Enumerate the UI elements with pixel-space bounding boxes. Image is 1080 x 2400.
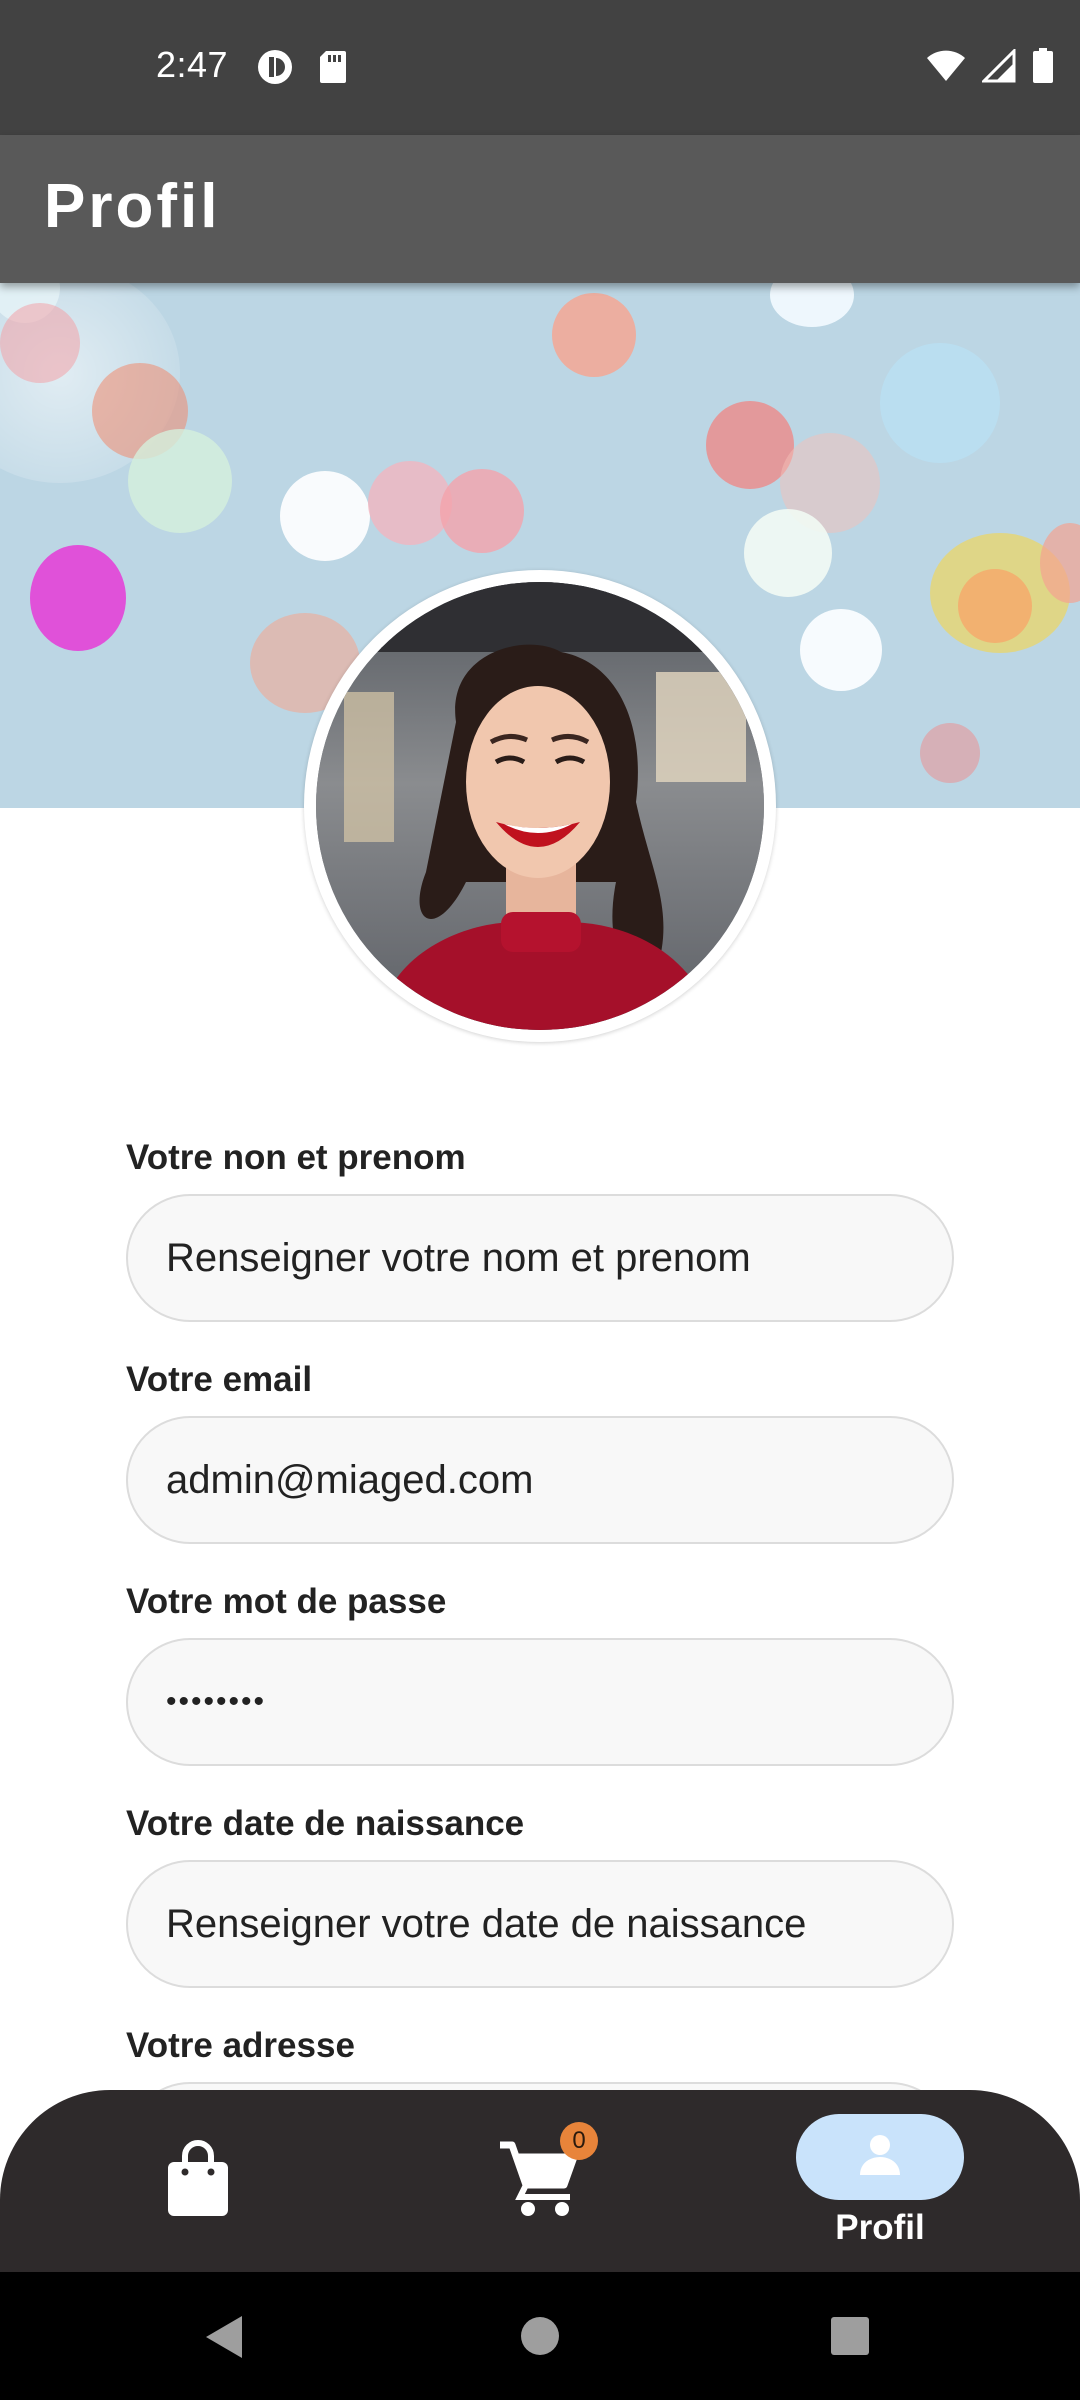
email-label: Votre email bbox=[126, 1360, 313, 1399]
name-input-placeholder: Renseigner votre nom et prenom bbox=[166, 1235, 751, 1280]
wifi-icon bbox=[926, 49, 966, 88]
back-icon[interactable] bbox=[204, 2314, 244, 2365]
email-input-value: admin@miaged.com bbox=[166, 1457, 534, 1502]
status-time: 2:47 bbox=[156, 44, 229, 85]
recents-icon[interactable] bbox=[830, 2316, 870, 2361]
home-icon[interactable] bbox=[520, 2316, 560, 2361]
nav-selected-pill bbox=[796, 2114, 964, 2200]
battery-icon bbox=[1032, 48, 1054, 89]
person-icon bbox=[856, 2131, 904, 2184]
nav-item-label: Profil bbox=[835, 2208, 925, 2247]
birthdate-input-placeholder: Renseigner votre date de naissance bbox=[166, 1901, 807, 1946]
avatar[interactable] bbox=[316, 582, 764, 1030]
name-label: Votre non et prenom bbox=[126, 1138, 466, 1177]
password-label: Votre mot de passe bbox=[126, 1582, 447, 1621]
signal-icon bbox=[980, 47, 1016, 88]
address-label: Votre adresse bbox=[126, 2026, 355, 2065]
page-title: Profil bbox=[44, 172, 221, 241]
nav-item-shop[interactable] bbox=[124, 2090, 272, 2272]
nav-item-cart[interactable] bbox=[464, 2090, 612, 2272]
name-input[interactable]: Renseigner votre nom et prenom bbox=[126, 1194, 954, 1322]
profile-form: Votre non et prenom Renseigner votre nom… bbox=[126, 1130, 954, 2240]
cart-count-badge: 0 bbox=[560, 2122, 598, 2160]
password-input-value: •••••••• bbox=[166, 1685, 267, 1718]
system-navigation-bar bbox=[0, 2272, 1080, 2400]
password-input[interactable]: •••••••• bbox=[126, 1638, 954, 1766]
birthdate-input[interactable]: Renseigner votre date de naissance bbox=[126, 1860, 954, 1988]
bottom-navigation: 0 Profil bbox=[0, 2090, 1080, 2272]
shopping-bag-icon bbox=[165, 2139, 231, 2223]
app-bar: Profil bbox=[0, 135, 1080, 283]
status-bar: 2:47 bbox=[0, 0, 1080, 135]
nav-item-profil[interactable]: Profil bbox=[780, 2090, 980, 2272]
sd-card-icon bbox=[318, 49, 348, 90]
app-notification-icon bbox=[256, 48, 294, 91]
email-input[interactable]: admin@miaged.com bbox=[126, 1416, 954, 1544]
avatar-frame[interactable] bbox=[304, 570, 776, 1042]
birthdate-label: Votre date de naissance bbox=[126, 1804, 525, 1843]
profile-screen: 2:47 Profil Votre non et prenom Renseign… bbox=[0, 0, 1080, 2400]
